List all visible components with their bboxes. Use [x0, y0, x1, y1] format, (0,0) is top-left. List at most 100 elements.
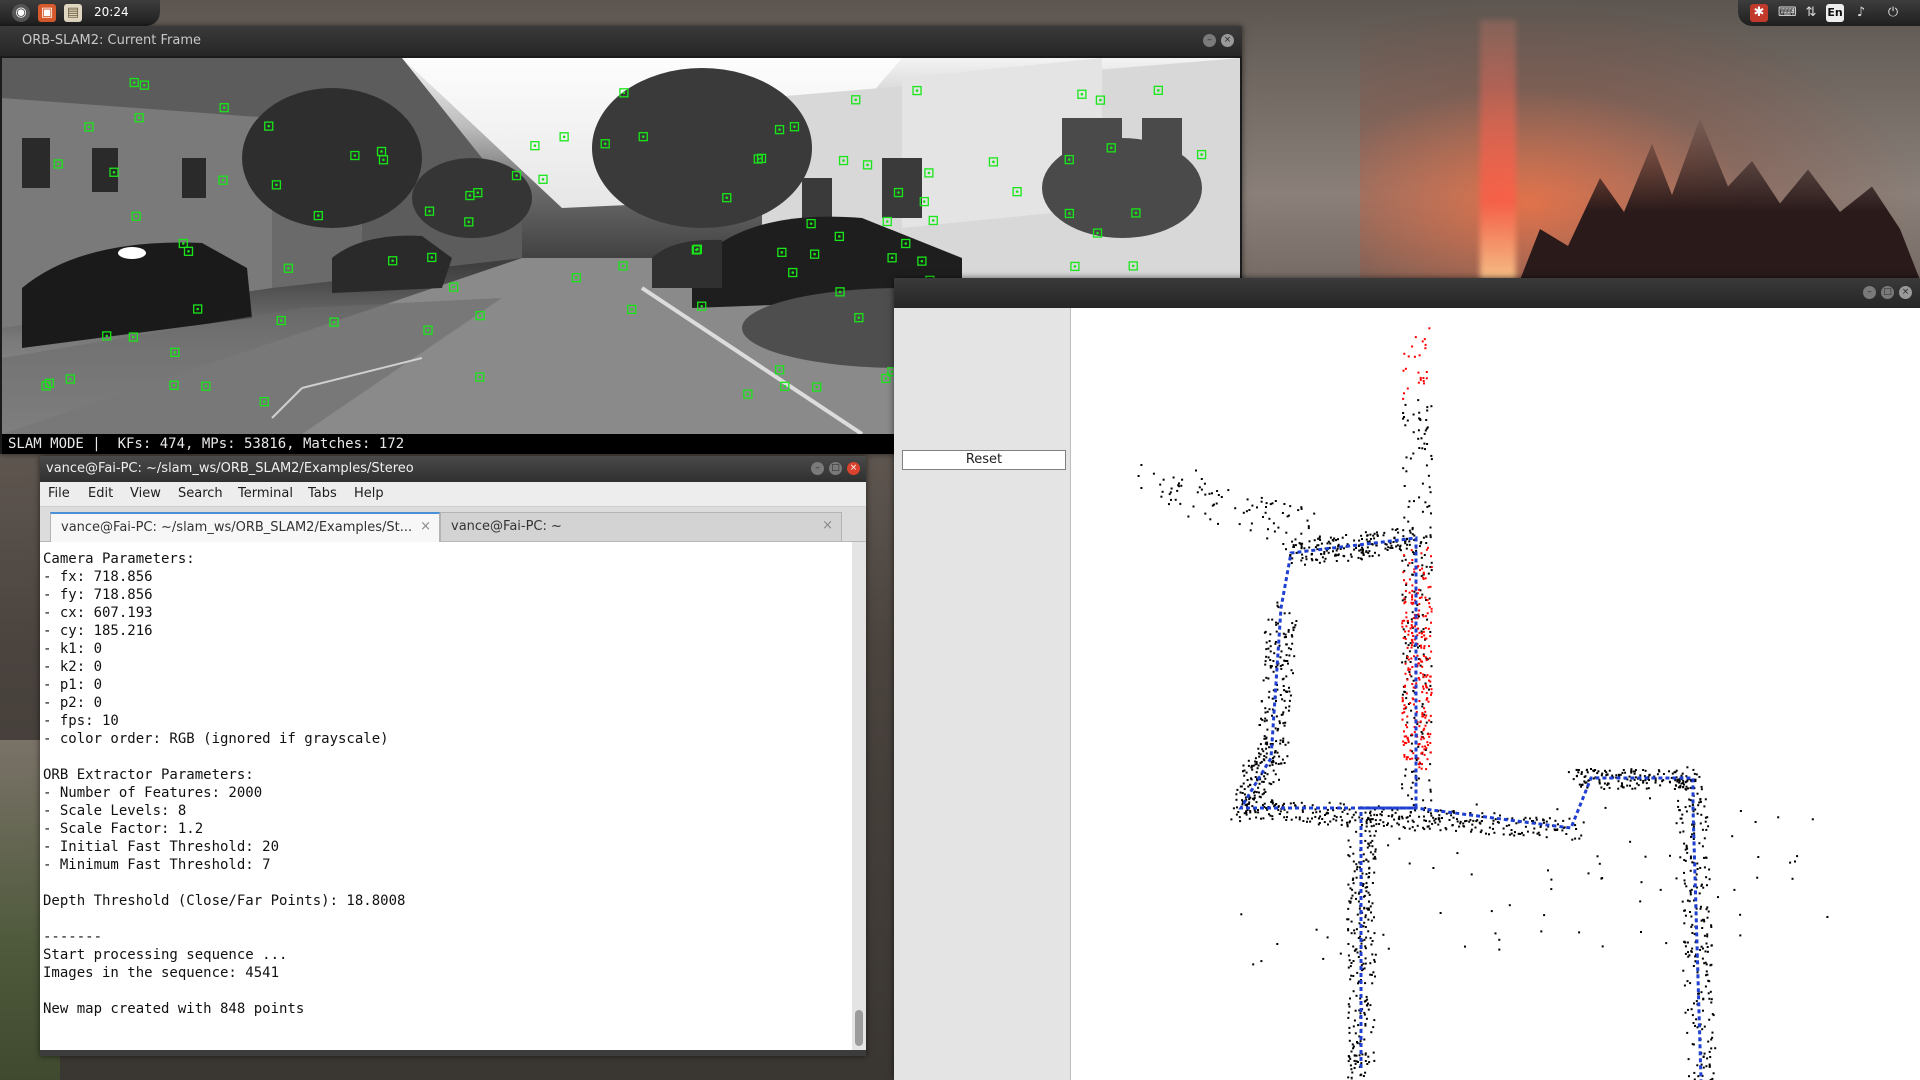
- tab-stereo[interactable]: vance@Fai-PC: ~/slam_ws/ORB_SLAM2/Exampl…: [50, 512, 440, 542]
- map-point: [1451, 824, 1454, 826]
- menu-help[interactable]: Help: [354, 486, 384, 501]
- settings-icon[interactable]: ✱: [1750, 4, 1768, 22]
- map-point: [1409, 702, 1412, 704]
- map-point: [1426, 618, 1429, 621]
- minimize-button[interactable]: –: [1203, 34, 1216, 47]
- map-point: [1739, 810, 1742, 812]
- map-point: [1417, 399, 1420, 402]
- map-point: [1438, 820, 1441, 823]
- menu-file[interactable]: File: [48, 486, 70, 501]
- map-point: [1633, 772, 1636, 775]
- minimize-button[interactable]: –: [811, 462, 824, 475]
- maximize-button[interactable]: □: [1881, 286, 1894, 299]
- map-point: [1420, 767, 1423, 770]
- map-point: [1279, 739, 1282, 742]
- map-point: [1371, 902, 1374, 905]
- map-point: [1243, 788, 1246, 791]
- map-point: [1419, 720, 1422, 723]
- map-point: [1288, 612, 1291, 615]
- map-point: [1429, 788, 1432, 791]
- reset-button[interactable]: Reset: [902, 450, 1066, 470]
- map-point: [1430, 607, 1433, 610]
- map-point: [1407, 630, 1410, 633]
- map-point: [1642, 769, 1645, 771]
- map-point: [1695, 1018, 1698, 1021]
- map-point: [1421, 510, 1424, 513]
- scrollbar-thumb[interactable]: [855, 1010, 863, 1046]
- map-point: [1428, 605, 1431, 608]
- power-icon[interactable]: ⏻: [1884, 4, 1902, 22]
- map-point: [1195, 469, 1197, 472]
- map-point: [1203, 482, 1206, 485]
- map-point: [1417, 777, 1420, 780]
- menu-terminal[interactable]: Terminal: [238, 486, 293, 501]
- map-point: [1403, 597, 1406, 600]
- map-3d-view[interactable]: [1071, 308, 1920, 1080]
- map-point: [1248, 801, 1251, 804]
- map-point: [1524, 825, 1527, 828]
- map-point: [1315, 558, 1317, 561]
- map-point: [1352, 1047, 1355, 1050]
- map-point: [1691, 923, 1694, 926]
- maximize-button[interactable]: □: [829, 462, 842, 475]
- map-point: [1408, 650, 1411, 653]
- map-point: [1273, 530, 1276, 533]
- map-point: [1575, 828, 1578, 830]
- map-point: [1675, 822, 1678, 825]
- map-point: [1404, 637, 1407, 640]
- menu-view[interactable]: View: [130, 486, 161, 501]
- network-icon[interactable]: ⇅: [1802, 4, 1820, 22]
- map-point: [1420, 735, 1423, 738]
- map-point: [1481, 812, 1484, 815]
- map-point: [1289, 554, 1292, 556]
- map-point: [1271, 502, 1274, 505]
- close-tab-icon[interactable]: ×: [420, 519, 431, 534]
- map-point: [1333, 537, 1336, 540]
- close-tab-icon[interactable]: ×: [822, 518, 833, 533]
- close-button[interactable]: ×: [847, 462, 860, 475]
- map-point: [1671, 772, 1674, 775]
- files-icon[interactable]: ▣: [38, 4, 56, 22]
- map-point: [1424, 745, 1427, 748]
- map-point: [1239, 785, 1242, 788]
- map-point: [1264, 711, 1267, 714]
- terminal-scrollbar[interactable]: [852, 542, 866, 1050]
- ubuntu-logo-icon[interactable]: ◉: [12, 4, 30, 22]
- map-point: [1307, 525, 1310, 528]
- folder-icon[interactable]: ▤: [64, 4, 82, 22]
- map-point: [1288, 690, 1291, 693]
- menu-search[interactable]: Search: [178, 486, 223, 501]
- terminal-output[interactable]: Camera Parameters: - fx: 718.856 - fy: 7…: [40, 542, 852, 1050]
- map-point: [1409, 811, 1412, 814]
- map-point: [1368, 875, 1370, 878]
- map-point: [1403, 579, 1405, 582]
- map-point: [1272, 670, 1275, 673]
- minimize-button[interactable]: –: [1863, 286, 1876, 299]
- volume-icon[interactable]: ♪: [1852, 4, 1870, 22]
- map-point: [1243, 793, 1246, 796]
- clock[interactable]: 20:24: [94, 5, 129, 19]
- map-point: [1704, 950, 1707, 953]
- tab-home[interactable]: vance@Fai-PC: ~ ×: [440, 512, 842, 541]
- map-point: [1411, 527, 1414, 529]
- map-point: [1408, 862, 1411, 865]
- map-point: [1371, 845, 1374, 848]
- map-point: [1496, 821, 1499, 824]
- map-point: [1315, 928, 1318, 931]
- map-point: [1430, 799, 1433, 802]
- feature-point: [778, 368, 781, 372]
- menu-tabs[interactable]: Tabs: [308, 486, 337, 501]
- keyboard-icon[interactable]: ⌨: [1778, 4, 1797, 22]
- close-button[interactable]: ×: [1899, 286, 1912, 299]
- map-point: [1306, 817, 1309, 820]
- close-button[interactable]: ×: [1221, 34, 1234, 47]
- current-frame-titlebar[interactable]: ORB-SLAM2: Current Frame – ×: [0, 26, 1242, 56]
- map-point: [1419, 376, 1422, 379]
- map-viewer-titlebar[interactable]: – □ ×: [894, 278, 1920, 308]
- map-point: [1364, 914, 1367, 917]
- language-indicator[interactable]: En: [1826, 4, 1844, 22]
- menu-edit[interactable]: Edit: [88, 486, 113, 501]
- map-point: [1410, 742, 1413, 745]
- terminal-titlebar[interactable]: vance@Fai-PC: ~/slam_ws/ORB_SLAM2/Exampl…: [40, 456, 866, 482]
- map-point: [1301, 553, 1304, 556]
